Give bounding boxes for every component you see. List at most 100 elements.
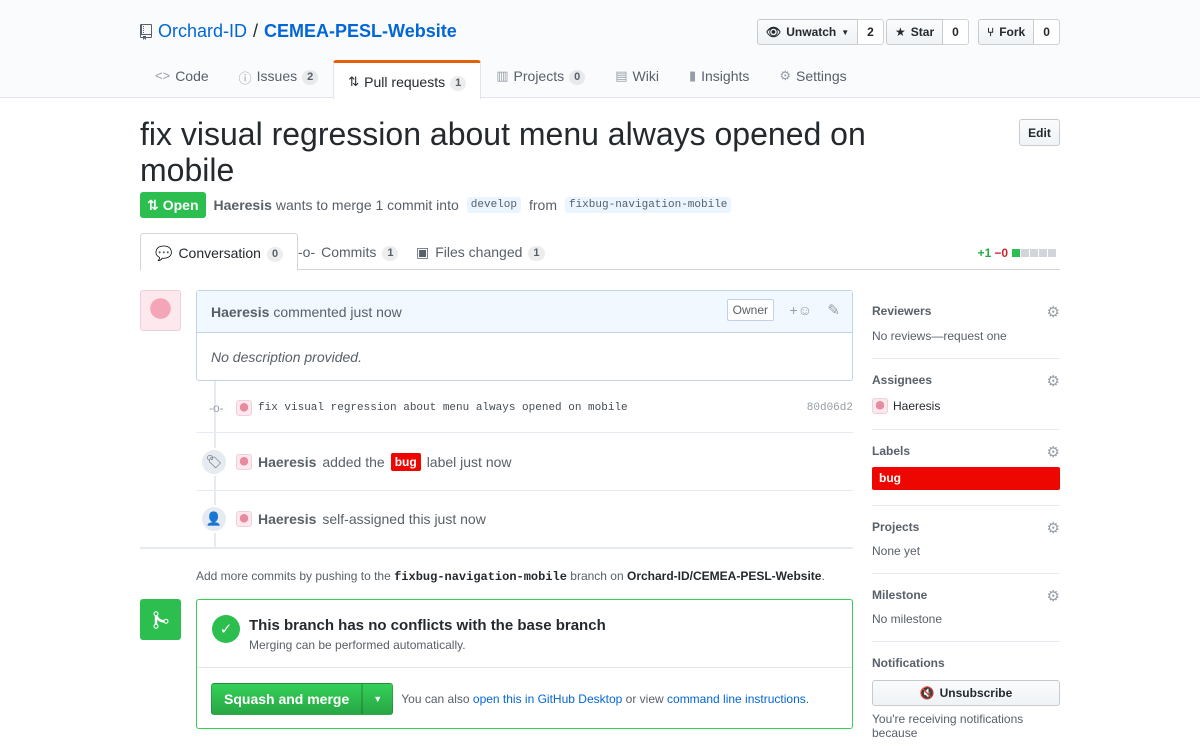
star-button[interactable]: ★ Star [886,19,944,45]
tab-commits[interactable]: -o- Commits 1 [284,233,412,270]
add-reaction-icon[interactable]: +☺ [790,302,812,318]
base-branch[interactable]: develop [466,197,521,213]
unsubscribe-button[interactable]: 🔇 Unsubscribe [872,680,1060,706]
comment-timestamp: commented just now [273,303,402,320]
merge-alternatives: You can also open this in GitHub Desktop… [401,692,809,706]
label-event: 🏷 Haeresis added the bug label just now [196,433,853,491]
issue-icon: ⓘ [238,71,252,86]
open-github-desktop-link[interactable]: open this in GitHub Desktop [473,692,622,706]
tab-conversation[interactable]: 💬 Conversation 0 [140,233,299,271]
head-branch[interactable]: fixbug-navigation-mobile [564,197,732,213]
sidebar-notifications: Notifications 🔇 Unsubscribe You're recei… [872,642,1060,744]
gear-icon[interactable]: ⚙ [1047,372,1060,390]
nav-insights[interactable]: ▮ Insights [674,60,764,98]
state-badge: ⇅ Open [140,192,206,218]
projects-value: None yet [872,544,921,558]
fork-button[interactable]: ⑂ Fork [978,19,1035,45]
nav-wiki[interactable]: ▤ Wiki [600,60,674,98]
nav-code-label: Code [175,68,209,84]
projects-heading[interactable]: Projects [872,520,1060,534]
comment-body: No description provided. [211,349,362,365]
stargazers-count[interactable]: 0 [943,19,969,45]
bug-label[interactable]: bug [872,467,1060,490]
assignees-heading[interactable]: Assignees [872,373,1060,387]
files-counter: 1 [528,246,545,261]
owner-badge: Owner [726,299,774,321]
pull-request-icon: ⇅ [147,196,159,213]
pr-tabnav: 💬 Conversation 0 -o- Commits 1 ▣ Files c… [140,233,1060,271]
watch-group: 👁 Unwatch ▼ 2 [757,19,884,45]
nav-projects-label: Projects [513,68,565,84]
commit-icon: -o- [298,244,316,260]
assign-event-text: Haeresis self-assigned this just now [236,511,486,527]
graph-icon: ▮ [688,68,697,83]
label-event-author[interactable]: Haeresis [258,454,316,470]
tab-conversation-label: Conversation [178,245,261,261]
gear-icon[interactable]: ⚙ [1047,587,1060,605]
nav-settings[interactable]: ⚙ Settings [764,60,861,98]
nav-code[interactable]: <> Code [140,60,224,98]
commit-message-link[interactable]: fix visual regression about menu always … [258,402,628,414]
eye-icon: 👁 [766,25,782,39]
push-hint-before: Add more commits by pushing to the [196,569,391,583]
forks-count[interactable]: 0 [1034,19,1060,45]
gear-icon[interactable]: ⚙ [1047,303,1060,321]
avatar [872,398,888,414]
tab-files-changed[interactable]: ▣ Files changed 1 [402,233,559,270]
project-icon: ▥ [496,68,509,83]
file-diff-icon: ▣ [416,244,430,260]
reviewers-heading[interactable]: Reviewers [872,304,1060,318]
edit-title-button[interactable]: Edit [1019,119,1060,146]
squash-and-merge-button[interactable]: Squash and merge [211,683,363,715]
commits-counter: 1 [382,246,399,261]
command-line-instructions-link[interactable]: command line instructions [667,692,806,706]
nav-projects[interactable]: ▥ Projects 0 [481,60,600,98]
watchers-count[interactable]: 2 [858,19,884,45]
merge-alt-end: . [805,692,810,706]
repo-title: Orchard-ID / CEMEA-PESL-Website [140,21,457,42]
push-hint-branch: fixbug-navigation-mobile [394,570,567,584]
commit-sha-link[interactable]: 80d06d2 [807,402,853,414]
nav-issues[interactable]: ⓘ Issues 2 [224,60,334,98]
gear-icon: ⚙ [779,68,792,83]
avatar[interactable] [140,290,181,331]
unwatch-label: Unwatch [786,25,837,39]
check-icon: ✓ [212,615,240,643]
assign-event-author[interactable]: Haeresis [258,511,316,527]
timeline-end-divider [140,547,853,549]
merge-alt-middle: or view [625,692,664,706]
state-label: Open [162,197,199,213]
avatar[interactable] [236,399,252,416]
label-event-text: Haeresis added the bug label just now [236,452,512,471]
labels-heading[interactable]: Labels [872,444,1060,458]
pr-author-link[interactable]: Haeresis [214,197,272,213]
from-text: from [528,197,557,213]
gear-icon[interactable]: ⚙ [1047,519,1060,537]
tab-commits-label: Commits [321,244,377,260]
assignee-item[interactable]: Haeresis [872,398,1060,414]
tab-files-label: Files changed [435,244,523,260]
merge-status-title: This branch has no conflicts with the ba… [249,617,606,634]
merge-status: ✓ This branch has no conflicts with the … [197,600,852,668]
merge-method-dropdown[interactable]: ▼ [362,683,394,715]
push-hint: Add more commits by pushing to the fixbu… [196,569,825,584]
repo-separator: / [253,21,259,41]
comment-author-link[interactable]: Haeresis [211,304,269,320]
unwatch-button[interactable]: 👁 Unwatch ▼ [757,19,859,45]
repo-name-link[interactable]: CEMEA-PESL-Website [264,21,457,42]
gear-icon[interactable]: ⚙ [1047,443,1060,461]
bug-label[interactable]: bug [390,452,421,471]
avatar[interactable] [236,453,252,470]
avatar[interactable] [236,511,252,527]
push-hint-repo: Orchard-ID/CEMEA-PESL-Website [627,569,822,583]
caret-down-icon: ▼ [841,27,850,37]
nav-pull-requests[interactable]: ⇅ Pull requests 1 [333,60,482,99]
pencil-icon[interactable]: ✎ [827,301,840,319]
pull-request-icon: ⇅ [348,74,360,89]
repo-icon [140,23,152,40]
repo-owner-link[interactable]: Orchard-ID [158,21,247,42]
milestone-heading[interactable]: Milestone [872,588,1060,602]
nav-wiki-label: Wiki [632,68,659,84]
nav-settings-label: Settings [796,68,847,84]
assign-event-text-label: self-assigned this just now [322,511,486,527]
